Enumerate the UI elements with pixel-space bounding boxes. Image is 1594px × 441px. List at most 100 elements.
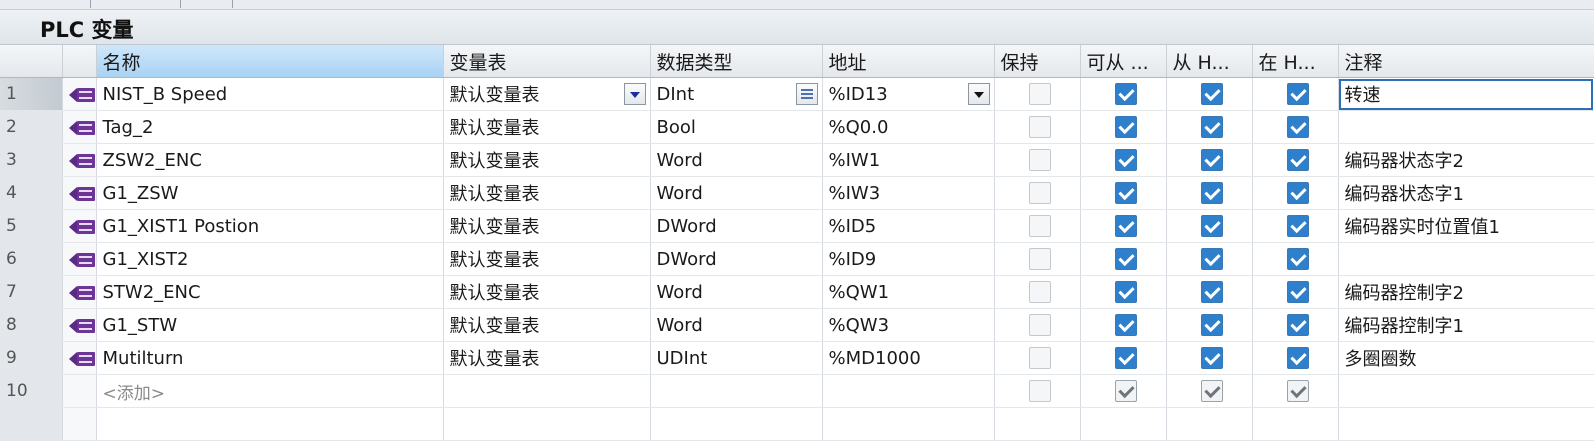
data-type-cell[interactable]: Word <box>650 143 823 177</box>
visible-checkbox[interactable] <box>1287 83 1309 105</box>
visible-checkbox[interactable] <box>1287 116 1309 138</box>
visible-checkbox[interactable] <box>1287 215 1309 237</box>
comment-cell[interactable] <box>1338 242 1594 276</box>
accessible-checkbox[interactable] <box>1115 83 1137 105</box>
writable-checkbox[interactable] <box>1201 281 1223 303</box>
accessible-checkbox[interactable] <box>1115 215 1137 237</box>
header-accessible[interactable]: 可从 ... <box>1080 45 1167 78</box>
address-cell[interactable]: %MD1000 <box>822 341 995 375</box>
header-writable[interactable]: 从 H... <box>1166 45 1253 78</box>
dropdown-arrow-icon[interactable] <box>967 83 990 105</box>
tag-table-cell[interactable]: 默认变量表 <box>443 242 651 276</box>
tag-table-cell[interactable]: 默认变量表 <box>443 308 651 342</box>
comment-cell[interactable]: 编码器控制字1 <box>1338 308 1594 342</box>
header-comment[interactable]: 注释 <box>1338 45 1594 78</box>
visible-checkbox[interactable] <box>1287 347 1309 369</box>
writable-checkbox[interactable] <box>1201 314 1223 336</box>
row-number[interactable]: 1 <box>0 77 63 111</box>
header-rownum[interactable] <box>0 45 63 78</box>
dropdown-arrow-icon[interactable] <box>623 83 646 105</box>
table-row[interactable]: 5 G1_XIST1 Postion 默认变量表 DWord %ID5 编码器实时位置值1 <box>0 209 1594 243</box>
header-name[interactable]: 名称 <box>96 45 444 78</box>
tag-name[interactable]: ZSW2_ENC <box>96 143 444 177</box>
writable-checkbox[interactable] <box>1201 83 1223 105</box>
data-type-cell[interactable]: Word <box>650 176 823 210</box>
tag-name[interactable]: G1_XIST2 <box>96 242 444 276</box>
address-cell[interactable]: %ID9 <box>822 242 995 276</box>
accessible-checkbox[interactable] <box>1115 182 1137 204</box>
comment-cell[interactable] <box>1338 110 1594 144</box>
header-retain[interactable]: 保持 <box>994 45 1081 78</box>
visible-checkbox[interactable] <box>1287 149 1309 171</box>
header-address[interactable]: 地址 <box>822 45 995 78</box>
accessible-checkbox[interactable] <box>1115 347 1137 369</box>
add-new-tag[interactable]: <添加> <box>96 374 444 408</box>
row-number[interactable]: 4 <box>0 176 63 210</box>
comment-cell[interactable]: 编码器控制字2 <box>1338 275 1594 309</box>
table-row[interactable]: 8 G1_STW 默认变量表 Word %QW3 编码器控制字1 <box>0 308 1594 342</box>
address-cell[interactable]: %IW3 <box>822 176 995 210</box>
data-type-cell[interactable]: DWord <box>650 242 823 276</box>
tag-name[interactable]: G1_ZSW <box>96 176 444 210</box>
row-number[interactable]: 2 <box>0 110 63 144</box>
address-cell[interactable]: %ID5 <box>822 209 995 243</box>
tag-name[interactable]: NIST_B Speed <box>96 77 444 111</box>
tag-name[interactable]: STW2_ENC <box>96 275 444 309</box>
data-type-cell[interactable]: UDInt <box>650 341 823 375</box>
add-row[interactable]: 10 <添加> <box>0 374 1594 408</box>
accessible-checkbox[interactable] <box>1115 281 1137 303</box>
data-type-cell[interactable]: DInt <box>650 77 823 111</box>
accessible-checkbox[interactable] <box>1115 116 1137 138</box>
retain-checkbox[interactable] <box>1029 380 1051 402</box>
address-cell[interactable]: %IW1 <box>822 143 995 177</box>
visible-checkbox[interactable] <box>1287 281 1309 303</box>
table-row[interactable]: 4 G1_ZSW 默认变量表 Word %IW3 编码器状态字1 <box>0 176 1594 210</box>
tag-table-cell[interactable]: 默认变量表 <box>443 77 651 111</box>
table-row[interactable]: 3 ZSW2_ENC 默认变量表 Word %IW1 编码器状态字2 <box>0 143 1594 177</box>
tag-name[interactable]: Tag_2 <box>96 110 444 144</box>
row-number[interactable]: 3 <box>0 143 63 177</box>
comment-cell[interactable]: 编码器状态字1 <box>1338 176 1594 210</box>
retain-checkbox[interactable] <box>1029 248 1051 270</box>
header-tag-table[interactable]: 变量表 <box>443 45 651 78</box>
table-row[interactable]: 9 Mutilturn 默认变量表 UDInt %MD1000 多圈圈数 <box>0 341 1594 375</box>
table-row[interactable]: 2 Tag_2 默认变量表 Bool %Q0.0 <box>0 110 1594 144</box>
retain-checkbox[interactable] <box>1029 215 1051 237</box>
tag-name[interactable]: G1_STW <box>96 308 444 342</box>
row-number[interactable]: 9 <box>0 341 63 375</box>
comment-cell[interactable]: 多圈圈数 <box>1338 341 1594 375</box>
header-visible[interactable]: 在 H... <box>1252 45 1339 78</box>
retain-checkbox[interactable] <box>1029 182 1051 204</box>
tag-name[interactable]: G1_XIST1 Postion <box>96 209 444 243</box>
row-number[interactable]: 5 <box>0 209 63 243</box>
retain-checkbox[interactable] <box>1029 314 1051 336</box>
data-type-cell[interactable]: Bool <box>650 110 823 144</box>
tag-name[interactable]: Mutilturn <box>96 341 444 375</box>
row-number[interactable]: 6 <box>0 242 63 276</box>
row-number[interactable]: 7 <box>0 275 63 309</box>
writable-checkbox[interactable] <box>1201 380 1223 402</box>
writable-checkbox[interactable] <box>1201 347 1223 369</box>
retain-checkbox[interactable] <box>1029 83 1051 105</box>
address-cell[interactable]: %ID13 <box>822 77 995 111</box>
retain-checkbox[interactable] <box>1029 347 1051 369</box>
tag-table-cell[interactable]: 默认变量表 <box>443 209 651 243</box>
writable-checkbox[interactable] <box>1201 215 1223 237</box>
table-row[interactable]: 7 STW2_ENC 默认变量表 Word %QW1 编码器控制字2 <box>0 275 1594 309</box>
accessible-checkbox[interactable] <box>1115 149 1137 171</box>
address-cell[interactable]: %Q0.0 <box>822 110 995 144</box>
visible-checkbox[interactable] <box>1287 182 1309 204</box>
list-icon[interactable] <box>795 83 818 105</box>
writable-checkbox[interactable] <box>1201 182 1223 204</box>
header-data-type[interactable]: 数据类型 <box>650 45 823 78</box>
data-type-cell[interactable]: Word <box>650 308 823 342</box>
comment-cell[interactable]: 转速 <box>1338 77 1594 111</box>
visible-checkbox[interactable] <box>1287 314 1309 336</box>
row-number[interactable]: 10 <box>0 374 63 408</box>
visible-checkbox[interactable] <box>1287 380 1309 402</box>
accessible-checkbox[interactable] <box>1115 380 1137 402</box>
tag-table-cell[interactable]: 默认变量表 <box>443 275 651 309</box>
table-row[interactable]: 1 NIST_B Speed 默认变量表 DInt %ID13 转速 <box>0 77 1594 111</box>
table-row[interactable]: 6 G1_XIST2 默认变量表 DWord %ID9 <box>0 242 1594 276</box>
tag-table-cell[interactable]: 默认变量表 <box>443 176 651 210</box>
